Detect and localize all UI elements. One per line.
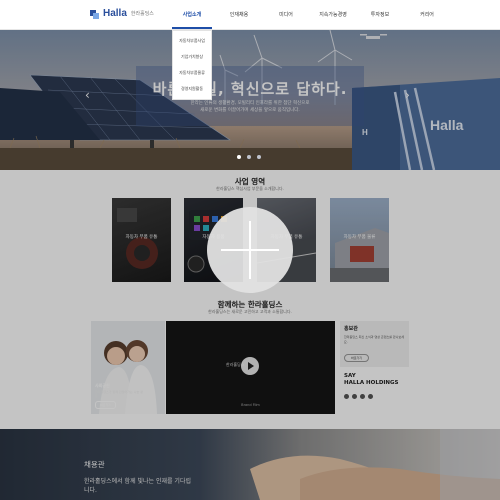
halla-logo[interactable]: Halla 한라홀딩스 (90, 8, 154, 19)
hero-next-arrow-icon[interactable]: › (405, 88, 415, 102)
nav-item-sustainability[interactable]: 지속가능경영 (313, 11, 353, 18)
pr-center-title: 홍보관 (344, 326, 358, 332)
business-card-1-label: 자동차 부품 유통 (125, 235, 158, 240)
social-contribution-button[interactable]: 바로가기 (95, 401, 117, 409)
hero-slider: Halla H 바른 내일, 혁신으로 답하다. 한라는 인류의 생활환경, 모… (0, 30, 500, 170)
social-links (344, 394, 405, 399)
nav-active-indicator (172, 27, 212, 29)
hero-dot-1[interactable] (237, 155, 241, 159)
dropdown-item-management[interactable]: 경영지원활동 (173, 81, 211, 97)
main-nav: 사업소개 인재채용 미디어 지속가능경영 투자정보 커리어 (172, 11, 454, 18)
dropdown-item-value[interactable]: 기업가치향상 (173, 49, 211, 65)
facebook-icon[interactable] (368, 394, 373, 399)
nav-item-business[interactable]: 사업소개 (172, 11, 212, 18)
say-line-2: HALLA HOLDINGS (344, 380, 399, 386)
pr-center-button[interactable]: 바로가기 (344, 354, 370, 362)
social-contribution-card[interactable]: 사회공헌 한라홀딩스가 함께 만들어가는 나눔 활동 바로가기 (91, 321, 165, 414)
brand-film-video[interactable]: 한라홀딩스 Brand Film (166, 321, 335, 414)
hero-desc-line-1: 한라는 인류의 생활환경, 모빌리티 인프라를 위한 첨단 혁신으로 (190, 101, 310, 106)
hero-title: 바른 내일, 혁신으로 답하다. (152, 80, 348, 98)
halla-logo-mark-icon (90, 9, 100, 19)
youtube-icon[interactable] (360, 394, 365, 399)
hero-dot-3[interactable] (257, 155, 261, 159)
business-section-subtitle: 한라홀딩스 핵심사업 부문을 소개합니다. (216, 186, 284, 191)
logo-text: Halla (103, 8, 127, 19)
site-header: Halla 한라홀딩스 사업소개 인재채용 미디어 지속가능경영 투자정보 커리… (0, 0, 500, 30)
hero-desc-line-2: 새로운 변화를 이끌어가며 세상을 앞으로 움직입니다. (200, 108, 300, 113)
business-card-1[interactable]: 자동차 부품 유통 (112, 198, 171, 282)
expand-plus-button[interactable] (207, 207, 293, 293)
warehouse-image (330, 228, 389, 282)
nav-item-investor[interactable]: 투자정보 (360, 11, 400, 18)
car-parts-image (117, 208, 158, 269)
hero-pagination (237, 155, 261, 159)
pr-center-desc: 한라홀딩스 최신 소식과 영상 콘텐츠를 만나보세요. (344, 335, 404, 344)
play-icon[interactable] (241, 357, 259, 375)
together-section-subtitle: 한라홀딩스는 새로운 고민하고 고객과 소통합니다. (208, 309, 292, 314)
logo-subtext: 한라홀딩스 (130, 11, 154, 17)
business-card-4-label: 자동차 부품 물류 (343, 235, 376, 240)
dropdown-item-auto-parts[interactable]: 자동차부품사업 (173, 33, 211, 49)
business-dropdown-menu: 자동차부품사업 기업가치향상 자동차부품물류 경영지원활동 (172, 30, 212, 100)
hero-description: 한라는 인류의 생활환경, 모빌리티 인프라를 위한 첨단 혁신으로 새로운 변… (136, 100, 364, 114)
recruit-banner[interactable]: 채용관 한라홀딩스에서 함께 빛나는 인재를 기다립니다. (0, 429, 500, 500)
handshake-image (250, 429, 500, 500)
say-halla-card: SAY HALLA HOLDINGS (340, 369, 409, 414)
recruit-description: 한라홀딩스에서 함께 빛나는 인재를 기다립니다. (84, 478, 191, 494)
svg-text:H: H (362, 128, 368, 137)
truck-brand-text: Halla (430, 117, 464, 133)
recruit-title: 채용관 (84, 460, 105, 469)
business-card-4[interactable]: 자동차 부품 물류 (330, 198, 389, 282)
dropdown-item-logistics[interactable]: 자동차부품물류 (173, 65, 211, 81)
video-caption: Brand Film (241, 403, 260, 407)
social-contribution-desc: 한라홀딩스가 함께 만들어가는 나눔 활동 (95, 390, 143, 398)
hero-dot-2[interactable] (247, 155, 251, 159)
nav-item-recruit[interactable]: 인재채용 (219, 11, 259, 18)
blog-icon[interactable] (352, 394, 357, 399)
pr-center-card[interactable]: 홍보관 한라홀딩스 최신 소식과 영상 콘텐츠를 만나보세요. 바로가기 (340, 321, 409, 367)
nav-item-career[interactable]: 커리어 (407, 11, 447, 18)
nav-item-media[interactable]: 미디어 (266, 11, 306, 18)
social-contribution-label: 사회공헌 (95, 383, 110, 388)
say-line-1: SAY (344, 373, 356, 379)
instagram-icon[interactable] (344, 394, 349, 399)
hero-prev-arrow-icon[interactable]: ‹ (85, 88, 95, 102)
